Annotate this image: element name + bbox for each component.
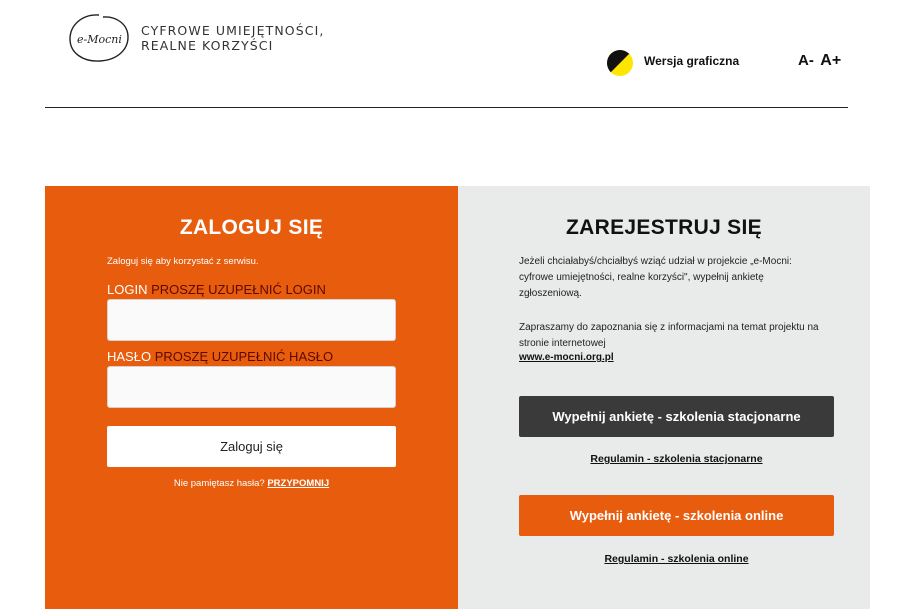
font-size-controls: A- A+ [798, 52, 841, 70]
remind-password-link[interactable]: PRZYPOMNIJ [267, 478, 329, 489]
stationary-survey-button[interactable]: Wypełnij ankietę - szkolenia stacjonarne [519, 396, 834, 437]
register-info-text: Zapraszamy do zapoznania się z informacj… [519, 322, 819, 349]
login-title: ZALOGUJ SIĘ [179, 216, 324, 239]
login-error-text: PROSZĘ UZUPEŁNIĆ LOGIN [151, 282, 326, 297]
register-panel: ZAREJESTRUJ SIĘ Jeżeli chciałabyś/chciał… [458, 186, 870, 609]
graphic-version-link[interactable]: Wersja graficzna [644, 54, 739, 68]
website-link[interactable]: www.e-mocni.org.pl [519, 352, 614, 363]
contrast-toggle-icon[interactable] [606, 49, 634, 77]
tagline-line-2: REALNE KORZYŚCI [141, 38, 274, 53]
login-label-text: LOGIN [107, 282, 148, 297]
header-divider [45, 107, 848, 108]
site-tagline: CYFROWE UMIEJĘTNOŚCI, REALNE KORZYŚCI [141, 23, 324, 53]
login-submit-button[interactable]: Zaloguj się [107, 426, 396, 467]
font-increase-button[interactable]: A+ [820, 52, 841, 69]
login-field-label: LOGIN PROSZĘ UZUPEŁNIĆ LOGIN [107, 282, 326, 297]
password-input[interactable] [107, 366, 396, 408]
e-mocni-logo-icon[interactable]: e-Mocni [67, 12, 131, 64]
login-input[interactable] [107, 299, 396, 341]
logo-wordmark: e-Mocni [77, 33, 122, 46]
login-subtitle: Zaloguj się aby korzystać z serwisu. [107, 256, 259, 267]
font-decrease-button[interactable]: A- [798, 52, 814, 69]
online-rules-link[interactable]: Regulamin - szkolenia online [604, 553, 748, 565]
online-rules: Regulamin - szkolenia online [519, 553, 834, 565]
password-label-text: HASŁO [107, 349, 152, 364]
stationary-rules: Regulamin - szkolenia stacjonarne [519, 453, 834, 465]
login-panel: ZALOGUJ SIĘ Zaloguj się aby korzystać z … [45, 186, 458, 609]
online-survey-button[interactable]: Wypełnij ankietę - szkolenia online [519, 495, 834, 536]
register-title: ZAREJESTRUJ SIĘ [566, 216, 762, 239]
forgot-password: Nie pamiętasz hasła? PRZYPOMNIJ [45, 478, 458, 489]
tagline-line-1: CYFROWE UMIEJĘTNOŚCI, [141, 23, 325, 38]
password-error-text: PROSZĘ UZUPEŁNIĆ HASŁO [154, 349, 334, 364]
forgot-password-text: Nie pamiętasz hasła? [173, 478, 265, 489]
stationary-rules-link[interactable]: Regulamin - szkolenia stacjonarne [590, 453, 762, 465]
register-intro-text: Jeżeli chciałabyś/chciałbyś wziąć udział… [519, 256, 792, 299]
password-field-label: HASŁO PROSZĘ UZUPEŁNIĆ HASŁO [107, 349, 333, 364]
